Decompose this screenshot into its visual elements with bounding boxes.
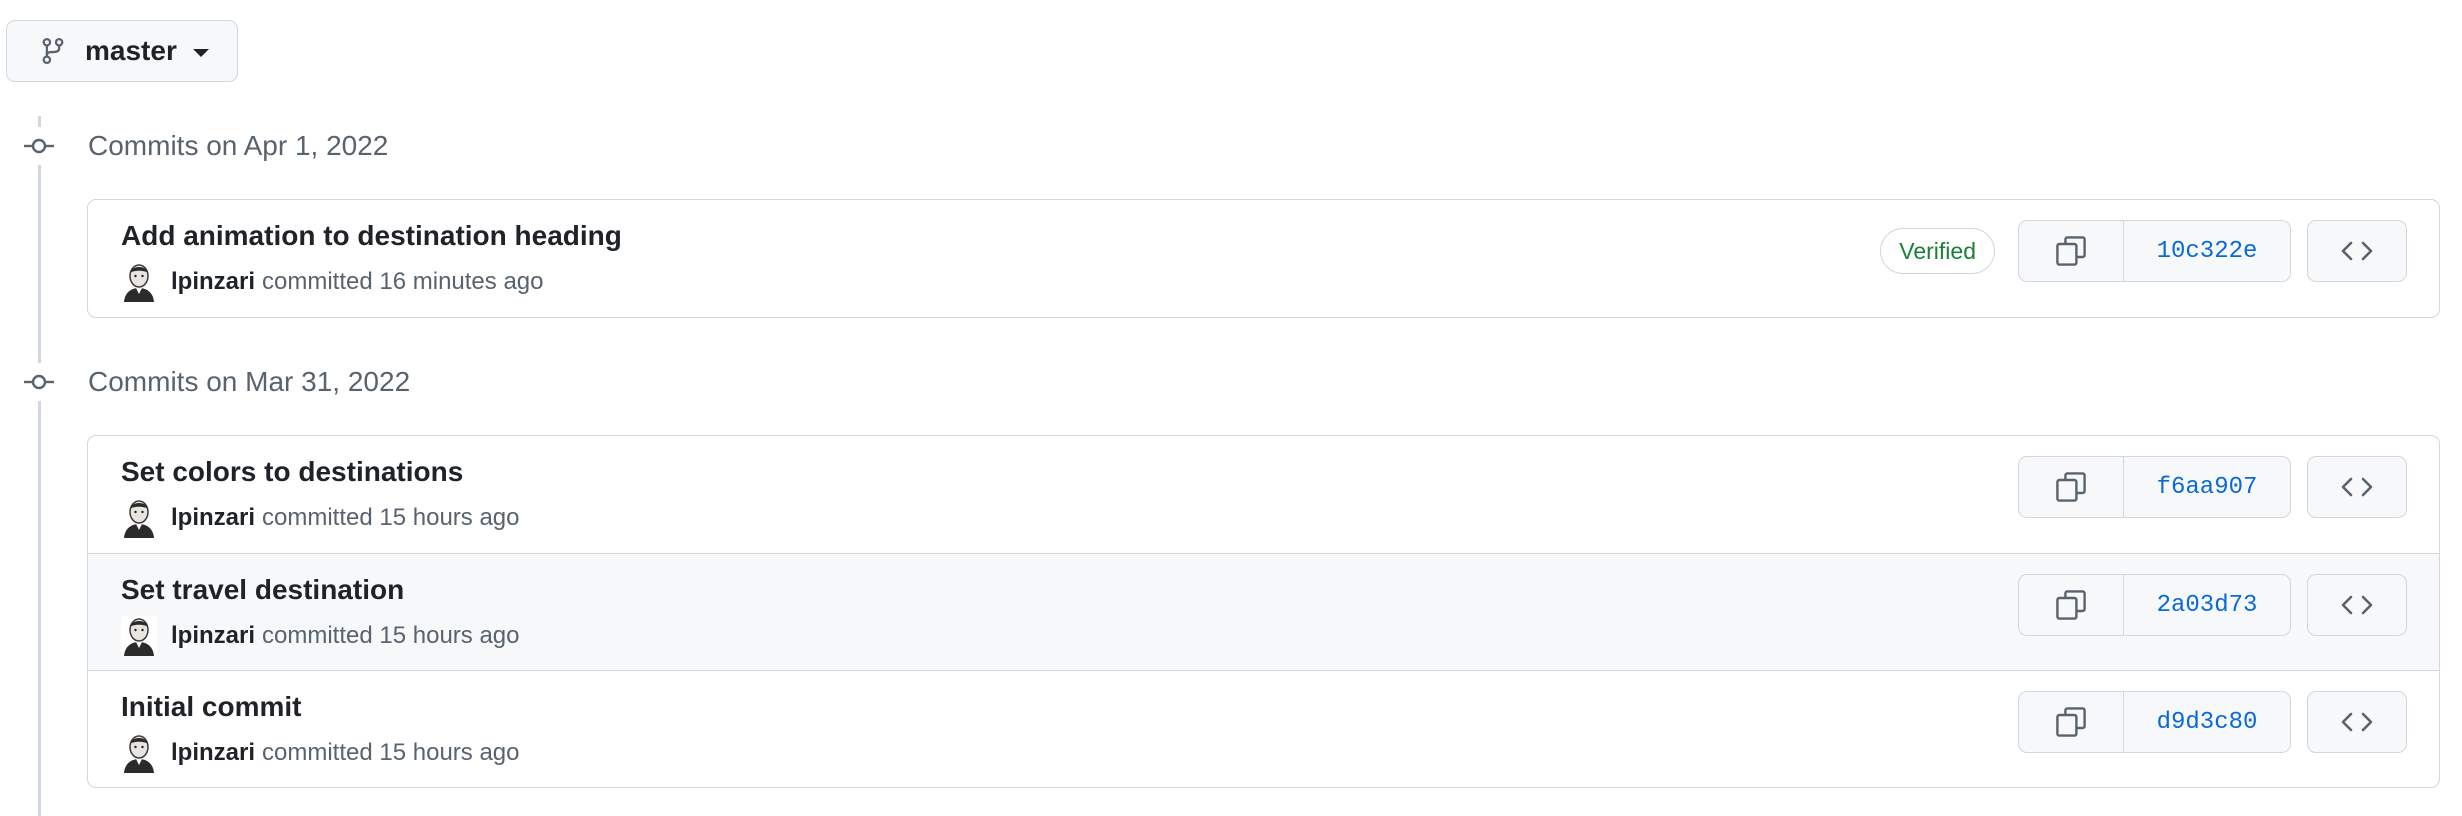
copy-icon xyxy=(2056,590,2086,620)
commit-author-link[interactable]: lpinzari xyxy=(171,622,255,650)
browse-repo-button[interactable] xyxy=(2307,220,2407,282)
commit-author-link[interactable]: lpinzari xyxy=(171,268,255,296)
browse-repo-button[interactable] xyxy=(2307,691,2407,753)
commit-sha-link[interactable]: d9d3c80 xyxy=(2124,692,2290,752)
commit-group-header: Commits on Apr 1, 2022 xyxy=(20,126,388,166)
code-icon xyxy=(2341,595,2373,615)
git-branch-icon xyxy=(39,37,67,65)
commit-row: Set travel destination lpinzari committe… xyxy=(88,553,2439,670)
browse-repo-button[interactable] xyxy=(2307,574,2407,636)
copy-icon xyxy=(2056,707,2086,737)
copy-sha-button[interactable] xyxy=(2019,692,2124,752)
avatar[interactable] xyxy=(121,616,157,656)
commit-row: Add animation to destination heading lpi… xyxy=(88,200,2439,317)
git-commit-icon xyxy=(20,127,58,165)
branch-name: master xyxy=(85,35,177,66)
sha-button-group: 10c322e xyxy=(2018,220,2291,282)
commit-sha-link[interactable]: 10c322e xyxy=(2124,221,2290,281)
code-icon xyxy=(2341,712,2373,732)
commit-row: Set colors to destinations lpinzari comm… xyxy=(88,436,2439,553)
sha-button-group: d9d3c80 xyxy=(2018,691,2291,753)
timeline-line xyxy=(38,116,41,816)
avatar[interactable] xyxy=(121,262,157,302)
commit-meta: lpinzari committed 15 hours ago xyxy=(121,498,520,538)
commit-meta: lpinzari committed 16 minutes ago xyxy=(121,262,544,302)
commit-list: Add animation to destination heading lpi… xyxy=(87,199,2440,318)
chevron-down-icon xyxy=(192,49,209,57)
commit-sha-link[interactable]: f6aa907 xyxy=(2124,457,2290,517)
sha-button-group: f6aa907 xyxy=(2018,456,2291,518)
commit-title-link[interactable]: Set colors to destinations xyxy=(121,456,463,488)
copy-sha-button[interactable] xyxy=(2019,457,2124,517)
commit-row: Initial commit lpinzari committed 15 hou… xyxy=(88,670,2439,787)
commit-group-date: Commits on Mar 31, 2022 xyxy=(88,366,411,397)
commit-title-link[interactable]: Initial commit xyxy=(121,691,301,723)
commit-time: committed 16 minutes ago xyxy=(262,268,544,295)
sha-button-group: 2a03d73 xyxy=(2018,574,2291,636)
avatar[interactable] xyxy=(121,733,157,773)
commit-title-link[interactable]: Add animation to destination heading xyxy=(121,220,622,252)
commit-list: Set colors to destinations lpinzari comm… xyxy=(87,435,2440,788)
commit-sha-link[interactable]: 2a03d73 xyxy=(2124,575,2290,635)
copy-icon xyxy=(2056,472,2086,502)
commit-group-header: Commits on Mar 31, 2022 xyxy=(20,362,410,402)
code-icon xyxy=(2341,241,2373,261)
commit-time: committed 15 hours ago xyxy=(262,622,520,649)
commit-time: committed 15 hours ago xyxy=(262,504,520,531)
code-icon xyxy=(2341,477,2373,497)
commits-page: master Commits on Apr 1, 2022 Add animat… xyxy=(0,0,2462,816)
commit-meta: lpinzari committed 15 hours ago xyxy=(121,733,520,773)
git-commit-icon xyxy=(20,363,58,401)
commit-author-link[interactable]: lpinzari xyxy=(171,739,255,767)
commit-title-link[interactable]: Set travel destination xyxy=(121,574,404,606)
commit-time: committed 15 hours ago xyxy=(262,739,520,766)
copy-sha-button[interactable] xyxy=(2019,575,2124,635)
verified-badge[interactable]: Verified xyxy=(1880,228,1995,274)
copy-sha-button[interactable] xyxy=(2019,221,2124,281)
copy-icon xyxy=(2056,236,2086,266)
commit-meta: lpinzari committed 15 hours ago xyxy=(121,616,520,656)
commit-group-date: Commits on Apr 1, 2022 xyxy=(88,130,389,161)
branch-selector-button[interactable]: master xyxy=(6,20,238,82)
avatar[interactable] xyxy=(121,498,157,538)
commit-author-link[interactable]: lpinzari xyxy=(171,504,255,532)
browse-repo-button[interactable] xyxy=(2307,456,2407,518)
